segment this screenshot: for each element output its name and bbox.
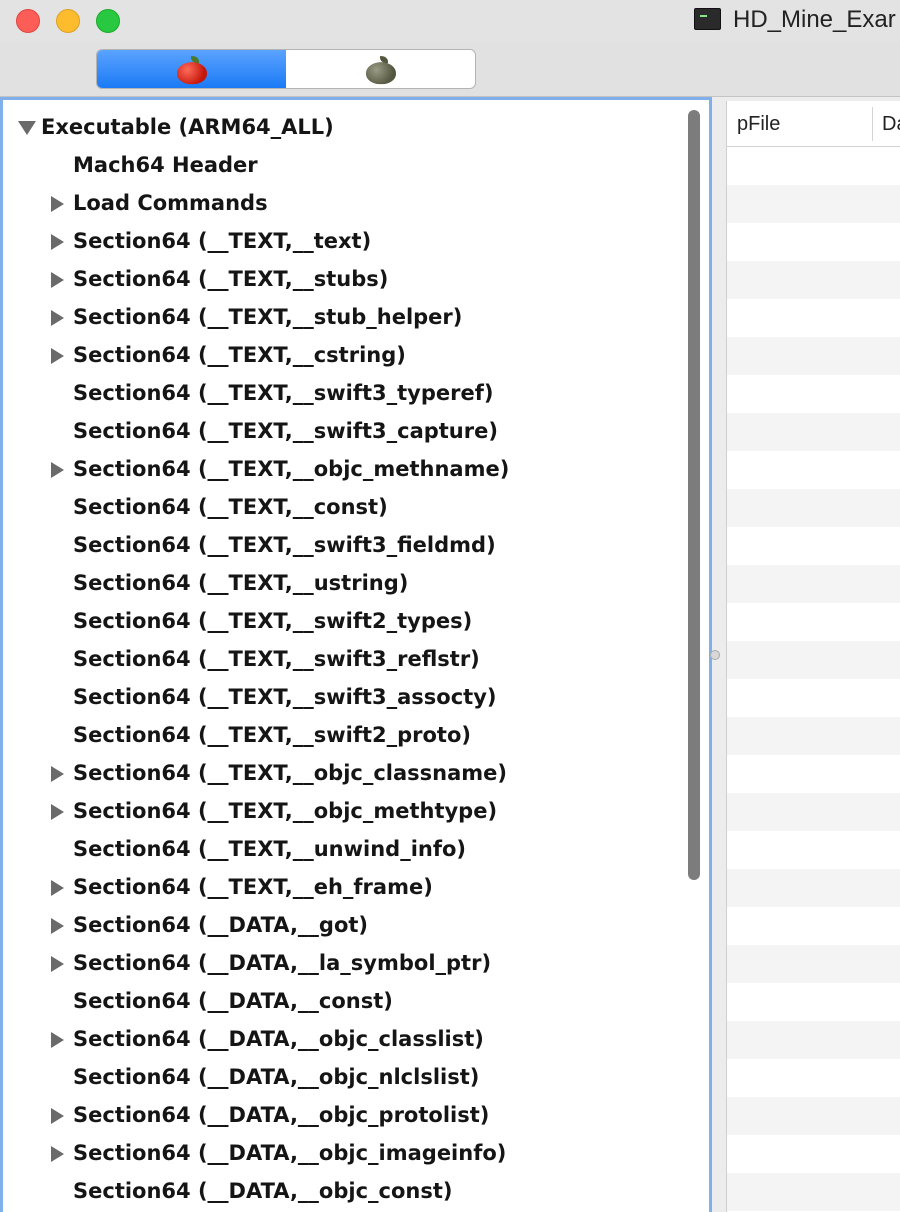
disclosure-triangle-right-icon[interactable] <box>51 766 64 782</box>
outline-row-label: Section64 (__TEXT,__ustring) <box>73 571 409 595</box>
outline-row-label: Section64 (__TEXT,__const) <box>73 495 388 519</box>
red-apple-icon <box>176 56 207 85</box>
disclosure-triangle-right-icon[interactable] <box>51 272 64 288</box>
table-row[interactable] <box>727 261 900 299</box>
title-bar: HD_Mine_Exar <box>0 0 900 42</box>
table-row[interactable] <box>727 1097 900 1135</box>
table-row[interactable] <box>727 641 900 679</box>
gray-apple-icon <box>365 56 396 85</box>
outline-row-label: Section64 (__DATA,__objc_nlclslist) <box>73 1065 480 1089</box>
outline-row-label: Executable (ARM64_ALL) <box>41 115 334 139</box>
outline-row-label: Section64 (__TEXT,__objc_methname) <box>73 457 510 481</box>
table-row[interactable] <box>727 1173 900 1211</box>
disclosure-triangle-right-icon[interactable] <box>51 348 64 364</box>
disclosure-triangle-right-icon[interactable] <box>51 196 64 212</box>
table-row[interactable] <box>727 717 900 755</box>
disclosure-triangle-right-icon[interactable] <box>51 1032 64 1048</box>
table-row[interactable] <box>727 565 900 603</box>
outline-row-label: Section64 (__TEXT,__swift3_reflstr) <box>73 647 480 671</box>
outline-row-label: Section64 (__TEXT,__cstring) <box>73 343 406 367</box>
outline-row-label: Section64 (__TEXT,__eh_frame) <box>73 875 433 899</box>
minimize-window-button[interactable] <box>56 9 80 33</box>
outline-row-label: Section64 (__DATA,__objc_classlist) <box>73 1027 484 1051</box>
close-window-button[interactable] <box>16 9 40 33</box>
outline-row-label: Section64 (__TEXT,__text) <box>73 229 372 253</box>
outline-row-label: Section64 (__DATA,__objc_const) <box>73 1179 453 1203</box>
window-title: HD_Mine_Exar <box>733 6 896 33</box>
disclosure-triangle-right-icon[interactable] <box>51 1108 64 1124</box>
disclosure-triangle-right-icon[interactable] <box>51 310 64 326</box>
outline-row-label: Section64 (__TEXT,__unwind_info) <box>73 837 467 861</box>
view-mode-segmented-control[interactable] <box>96 49 476 89</box>
table-row[interactable] <box>727 1021 900 1059</box>
terminal-document-icon <box>694 8 721 30</box>
table-row[interactable] <box>727 489 900 527</box>
column-separator[interactable] <box>872 107 873 141</box>
outline-row-label: Section64 (__TEXT,__stubs) <box>73 267 389 291</box>
split-view-divider-handle[interactable] <box>710 650 720 660</box>
disclosure-triangle-down-icon[interactable] <box>18 121 36 135</box>
outline-row-label: Section64 (__TEXT,__swift3_typeref) <box>73 381 494 405</box>
table-row[interactable] <box>727 337 900 375</box>
outline-row-label: Section64 (__TEXT,__swift2_proto) <box>73 723 471 747</box>
column-header-pfile[interactable]: pFile <box>737 101 780 147</box>
outline-row-label: Section64 (__TEXT,__stub_helper) <box>73 305 463 329</box>
raw-view-segment[interactable] <box>97 50 286 88</box>
disclosure-triangle-right-icon[interactable] <box>51 234 64 250</box>
table-row[interactable] <box>727 945 900 983</box>
table-row[interactable] <box>727 793 900 831</box>
table-row[interactable] <box>727 185 900 223</box>
outline-scrollbar-thumb[interactable] <box>688 110 700 880</box>
outline-row-label: Section64 (__DATA,__la_symbol_ptr) <box>73 951 492 975</box>
disclosure-triangle-right-icon[interactable] <box>51 462 64 478</box>
table-header: pFile Da <box>727 101 900 147</box>
outline-row-label: Section64 (__DATA,__got) <box>73 913 369 937</box>
rva-view-segment[interactable] <box>286 50 475 88</box>
outline-row-label: Section64 (__TEXT,__swift2_types) <box>73 609 473 633</box>
outline-row-label: Section64 (__TEXT,__swift3_fieldmd) <box>73 533 496 557</box>
disclosure-triangle-right-icon[interactable] <box>51 804 64 820</box>
table-row[interactable] <box>727 413 900 451</box>
column-header-data[interactable]: Da <box>882 101 900 147</box>
outline-row-label: Mach64 Header <box>73 153 258 177</box>
disclosure-triangle-right-icon[interactable] <box>51 918 64 934</box>
detail-table[interactable]: pFile Da <box>726 101 900 1212</box>
disclosure-triangle-right-icon[interactable] <box>51 880 64 896</box>
table-row[interactable] <box>727 869 900 907</box>
outline-row-label: Load Commands <box>73 191 268 215</box>
disclosure-triangle-right-icon[interactable] <box>51 1146 64 1162</box>
zoom-window-button[interactable] <box>96 9 120 33</box>
structure-outline-view[interactable]: Executable (ARM64_ALL) Mach64 Header Load … <box>0 97 712 1212</box>
outline-row-label: Section64 (__TEXT,__swift3_assocty) <box>73 685 497 709</box>
outline-row-label: Section64 (__DATA,__objc_protolist) <box>73 1103 490 1127</box>
outline-row-label: Section64 (__DATA,__const) <box>73 989 393 1013</box>
outline-row-label: Section64 (__DATA,__objc_imageinfo) <box>73 1141 507 1165</box>
outline-row-label: Section64 (__TEXT,__objc_classname) <box>73 761 507 785</box>
toolbar <box>0 42 900 97</box>
outline-row-label: Section64 (__TEXT,__objc_methtype) <box>73 799 498 823</box>
outline-row-label: Section64 (__TEXT,__swift3_capture) <box>73 419 498 443</box>
disclosure-triangle-right-icon[interactable] <box>51 956 64 972</box>
